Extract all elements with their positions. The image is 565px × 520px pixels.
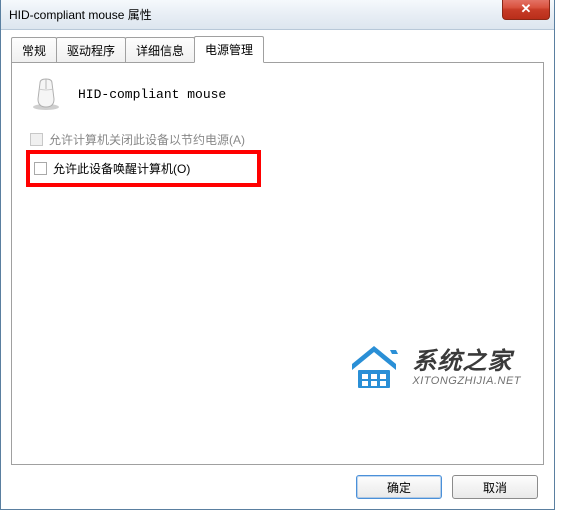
close-button[interactable]: ✕	[502, 0, 550, 20]
checkbox-allow-power-off-label: 允许计算机关闭此设备以节约电源(A)	[49, 131, 245, 148]
watermark-cn: 系统之家	[412, 349, 521, 375]
watermark-en: XITONGZHIJIA.NET	[412, 375, 521, 387]
checkbox-allow-wake-label: 允许此设备唤醒计算机(O)	[53, 160, 190, 177]
tab-power-label: 电源管理	[205, 43, 253, 57]
checkbox-allow-power-off-box	[30, 133, 43, 146]
titlebar: HID-compliant mouse 属性 ✕	[1, 0, 554, 30]
watermark-text: 系统之家 XITONGZHIJIA.NET	[412, 349, 521, 387]
tab-panel-power: HID-compliant mouse 允许计算机关闭此设备以节约电源(A) 允…	[11, 62, 544, 465]
ok-button-label: 确定	[387, 479, 411, 496]
watermark: 系统之家 XITONGZHIJIA.NET	[344, 344, 521, 392]
tab-details-label: 详细信息	[136, 44, 184, 58]
highlight-box: 允许此设备唤醒计算机(O)	[26, 150, 261, 187]
checkbox-allow-power-off: 允许计算机关闭此设备以节约电源(A)	[30, 129, 531, 150]
tab-general[interactable]: 常规	[11, 37, 57, 62]
dialog-buttons: 确定 取消	[11, 465, 544, 499]
cancel-button[interactable]: 取消	[452, 475, 538, 499]
ok-button[interactable]: 确定	[356, 475, 442, 499]
mouse-icon	[28, 77, 64, 111]
tab-power[interactable]: 电源管理	[194, 36, 264, 63]
tab-general-label: 常规	[22, 44, 46, 58]
window-title: HID-compliant mouse 属性	[9, 6, 152, 23]
properties-dialog: HID-compliant mouse 属性 ✕ 常规 驱动程序 详细信息 电源…	[0, 0, 555, 510]
tab-details[interactable]: 详细信息	[125, 37, 195, 62]
content-area: 常规 驱动程序 详细信息 电源管理 HID-compliant mouse 允许…	[1, 30, 554, 509]
tab-strip: 常规 驱动程序 详细信息 电源管理	[11, 38, 544, 62]
close-icon: ✕	[521, 1, 532, 17]
checkbox-allow-wake[interactable]: 允许此设备唤醒计算机(O)	[34, 158, 253, 179]
tab-driver[interactable]: 驱动程序	[56, 37, 126, 62]
tab-driver-label: 驱动程序	[67, 44, 115, 58]
checkbox-allow-wake-box[interactable]	[34, 162, 47, 175]
device-name: HID-compliant mouse	[78, 87, 226, 102]
device-header: HID-compliant mouse	[28, 77, 531, 111]
house-icon	[344, 344, 404, 392]
cancel-button-label: 取消	[483, 479, 507, 496]
